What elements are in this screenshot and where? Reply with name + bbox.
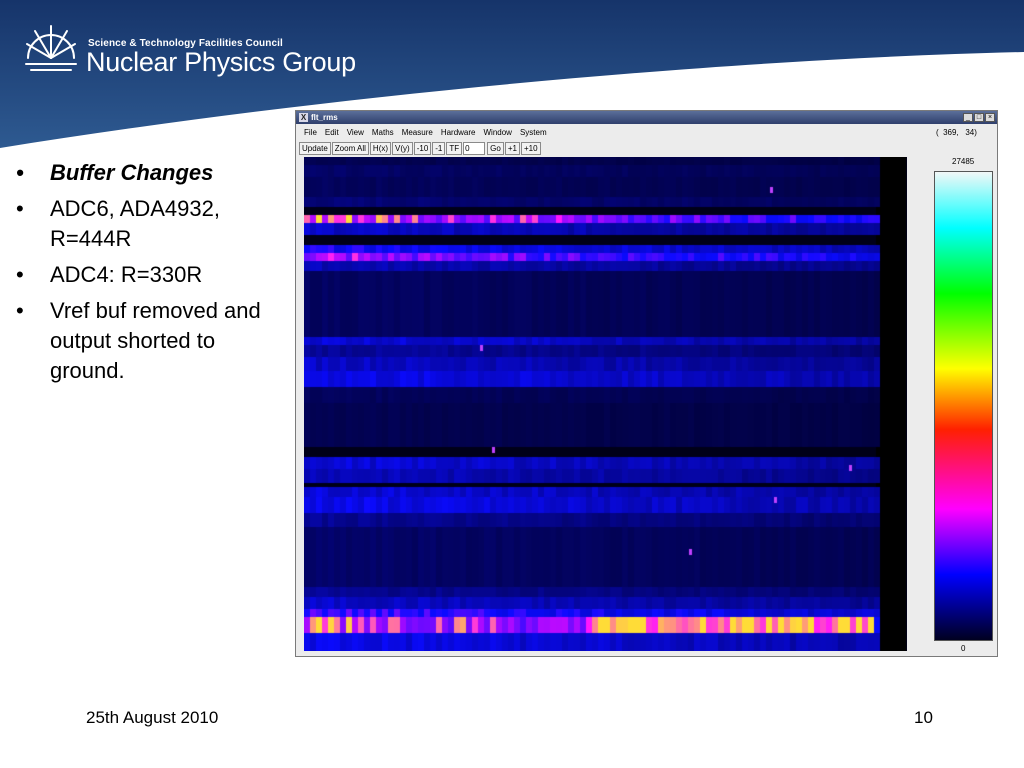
heatmap-plot[interactable]: [304, 157, 907, 651]
scale-max-label: 27485: [952, 157, 975, 166]
window-titlebar[interactable]: X flt_rms _ □ ×: [296, 111, 997, 124]
plus-10-button[interactable]: +10: [520, 142, 541, 155]
bullet-list: Buffer Changes ADC6, ADA4932, R=444R ADC…: [16, 158, 281, 392]
maximize-button[interactable]: □: [974, 113, 984, 122]
app-window: X flt_rms _ □ × File Edit View Maths Mea…: [295, 110, 998, 657]
menu-maths[interactable]: Maths: [368, 127, 398, 139]
bullet-item: ADC4: R=330R: [16, 260, 281, 290]
hx-button[interactable]: H(x): [369, 142, 392, 155]
group-name: Nuclear Physics Group: [86, 47, 356, 77]
window-title: flt_rms: [311, 113, 338, 122]
update-button[interactable]: Update: [299, 142, 331, 155]
menu-edit[interactable]: Edit: [321, 127, 343, 139]
tf-button[interactable]: TF: [446, 142, 463, 155]
bullet-item: ADC6, ADA4932, R=444R: [16, 194, 281, 254]
minimize-button[interactable]: _: [963, 113, 973, 122]
vy-button[interactable]: V(y): [392, 142, 413, 155]
tf-input[interactable]: [463, 142, 486, 155]
color-scale-bar: [934, 171, 993, 641]
footer-date: 25th August 2010: [86, 708, 219, 727]
bullet-item: Buffer Changes: [16, 158, 281, 188]
toolbar: Update Zoom All H(x) V(y) -10 -1 TF Go +…: [299, 142, 542, 155]
close-button[interactable]: ×: [985, 113, 995, 122]
cursor-coords: ( 369, 34): [936, 128, 977, 137]
menu-measure[interactable]: Measure: [398, 127, 437, 139]
menu-hardware[interactable]: Hardware: [437, 127, 480, 139]
minus-1-button[interactable]: -1: [432, 142, 446, 155]
zoom-all-button[interactable]: Zoom All: [331, 142, 369, 155]
menu-bar: File Edit View Maths Measure Hardware Wi…: [300, 127, 551, 139]
page-number: 10: [914, 708, 933, 727]
go-button[interactable]: Go: [487, 142, 504, 155]
minus-10-button[interactable]: -10: [413, 142, 432, 155]
menu-system[interactable]: System: [516, 127, 551, 139]
menu-file[interactable]: File: [300, 127, 321, 139]
sunburst-logo-icon: [25, 25, 77, 71]
menu-window[interactable]: Window: [480, 127, 516, 139]
x-app-icon[interactable]: X: [299, 113, 308, 122]
plus-1-button[interactable]: +1: [504, 142, 520, 155]
scale-min-label: 0: [961, 644, 966, 653]
menu-view[interactable]: View: [343, 127, 368, 139]
bullet-item: Vref buf removed and output shorted to g…: [16, 296, 281, 386]
